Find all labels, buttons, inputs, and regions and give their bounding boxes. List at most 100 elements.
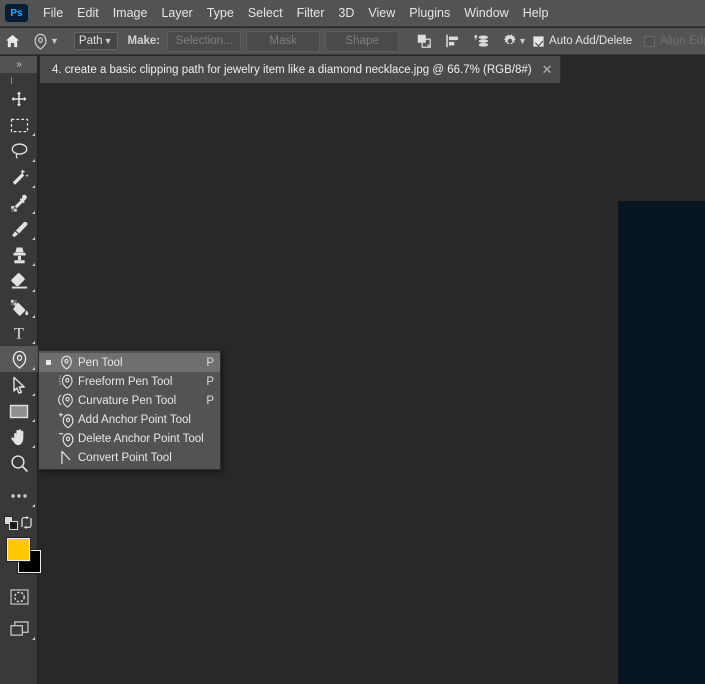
flyout-item-shortcut: P [206,394,214,407]
tool-flyout-indicator [32,341,35,344]
align-edges-label: Align Edges [660,35,705,47]
menu-item-file[interactable]: File [36,2,70,24]
double-chevron-right-icon: » [16,59,21,70]
path-operations-icon[interactable] [416,30,432,52]
tool-flyout-indicator [32,367,35,370]
flyout-item-curvature-pen-tool[interactable]: Curvature Pen Tool P [39,391,220,410]
tool-move[interactable] [0,86,38,112]
tool-rectangle[interactable] [0,398,38,424]
flyout-item-delete-anchor-point-tool[interactable]: Delete Anchor Point Tool [39,429,220,448]
tool-rectangular-marquee[interactable] [0,112,38,138]
make-mask-button[interactable]: Mask [246,30,321,52]
flyout-item-add-anchor-point-tool[interactable]: Add Anchor Point Tool [39,410,220,429]
checkbox-box [533,35,545,47]
tool-flyout-indicator [32,393,35,396]
svg-text:T: T [14,324,24,342]
tool-clone-stamp[interactable] [0,242,38,268]
document-tab-title: 4. create a basic clipping path for jewe… [52,63,532,76]
tool-brush[interactable] [0,216,38,242]
path-settings-gear-icon[interactable]: ▼ [502,30,527,52]
current-tool-pen-icon[interactable] [32,30,49,52]
options-bar: ▼ Path ▼ Make: Selection... Mask Shape ▼… [0,28,705,55]
document-tab-bar: 4. create a basic clipping path for jewe… [40,56,705,83]
tools-panel-grip[interactable] [0,73,37,86]
path-arrangement-icon[interactable] [473,30,490,52]
tool-type[interactable]: T [0,320,38,346]
menu-item-edit[interactable]: Edit [70,2,106,24]
tool-flyout-indicator [32,445,35,448]
tool-flyout-indicator [32,419,35,422]
tool-path-selection[interactable] [0,372,38,398]
chevron-down-icon: ▼ [103,36,113,46]
menu-item-image[interactable]: Image [106,2,155,24]
flyout-item-shortcut: P [206,356,214,369]
tool-flyout-indicator [32,133,35,136]
tool-flyout-indicator [32,159,35,162]
tool-flyout-indicator [32,289,35,292]
tools-panel: » T [0,56,42,684]
menu-item-window[interactable]: Window [457,2,515,24]
add-anchor-point-icon [54,412,78,428]
tool-hand[interactable] [0,424,38,450]
selected-marker [43,360,54,365]
auto-add-delete-checkbox[interactable]: Auto Add/Delete [533,35,632,47]
flyout-item-label: Add Anchor Point Tool [78,413,191,426]
color-swatches [0,534,42,580]
default-colors-icon[interactable] [4,516,19,536]
flyout-item-label: Pen Tool [78,356,123,369]
document-image[interactable] [618,201,705,684]
make-selection-button[interactable]: Selection... [167,30,242,52]
flyout-item-shortcut: P [206,375,214,388]
photoshop-logo: Ps [5,4,28,22]
tool-flyout-indicator [32,504,35,507]
menu-item-filter[interactable]: Filter [290,2,332,24]
freeform-pen-icon [54,374,78,389]
menu-item-plugins[interactable]: Plugins [402,2,457,24]
tool-mode-select[interactable]: Path ▼ [73,32,118,50]
color-controls-row [0,516,37,534]
tool-flyout-indicator [32,237,35,240]
tool-object-selection[interactable] [0,164,38,190]
flyout-item-label: Delete Anchor Point Tool [78,432,204,445]
flyout-item-pen-tool[interactable]: Pen Tool P [39,353,220,372]
menu-item-view[interactable]: View [361,2,402,24]
tool-zoom[interactable] [0,450,38,476]
tool-pen[interactable] [0,346,38,372]
home-icon[interactable] [5,30,20,52]
delete-anchor-point-icon [54,431,78,447]
auto-add-delete-label: Auto Add/Delete [549,35,633,47]
flyout-item-label: Convert Point Tool [78,451,172,464]
photoshop-window: Ps File Edit Image Layer Type Select Filter 3D V… [0,0,705,684]
flyout-item-label: Curvature Pen Tool [78,394,177,407]
menu-item-3d[interactable]: 3D [331,2,361,24]
tool-gradient[interactable] [0,294,38,320]
tools-panel-collapse-button[interactable]: » [0,56,37,73]
pen-tool-icon [54,355,78,370]
menu-item-select[interactable]: Select [241,2,290,24]
tool-edit-toolbar-ellipsis[interactable] [0,483,38,509]
close-icon[interactable]: ✕ [542,63,553,76]
quick-mask-toggle[interactable] [0,584,38,610]
tool-flyout-indicator [32,315,35,318]
document-tab[interactable]: 4. create a basic clipping path for jewe… [40,56,562,83]
flyout-item-convert-point-tool[interactable]: Convert Point Tool [39,448,220,467]
swap-colors-icon[interactable] [20,516,33,534]
flyout-item-label: Freeform Pen Tool [78,375,173,388]
flyout-item-freeform-pen-tool[interactable]: Freeform Pen Tool P [39,372,220,391]
tool-preset-chevron-down-icon[interactable]: ▼ [49,30,59,52]
convert-point-icon [54,450,78,466]
menu-item-type[interactable]: Type [200,2,241,24]
menu-item-layer[interactable]: Layer [154,2,199,24]
menu-item-help[interactable]: Help [516,2,556,24]
tool-flyout-indicator [32,185,35,188]
make-shape-button[interactable]: Shape [325,30,400,52]
screen-mode-toggle[interactable] [0,616,38,642]
tool-flyout-indicator [32,211,35,214]
tool-lasso[interactable] [0,138,38,164]
foreground-color-swatch[interactable] [6,537,31,562]
tool-flyout-indicator [32,637,35,640]
tool-eraser[interactable] [0,268,38,294]
tool-eyedropper[interactable] [0,190,38,216]
tool-mode-value: Path [78,35,103,47]
path-alignment-icon[interactable] [444,30,461,52]
